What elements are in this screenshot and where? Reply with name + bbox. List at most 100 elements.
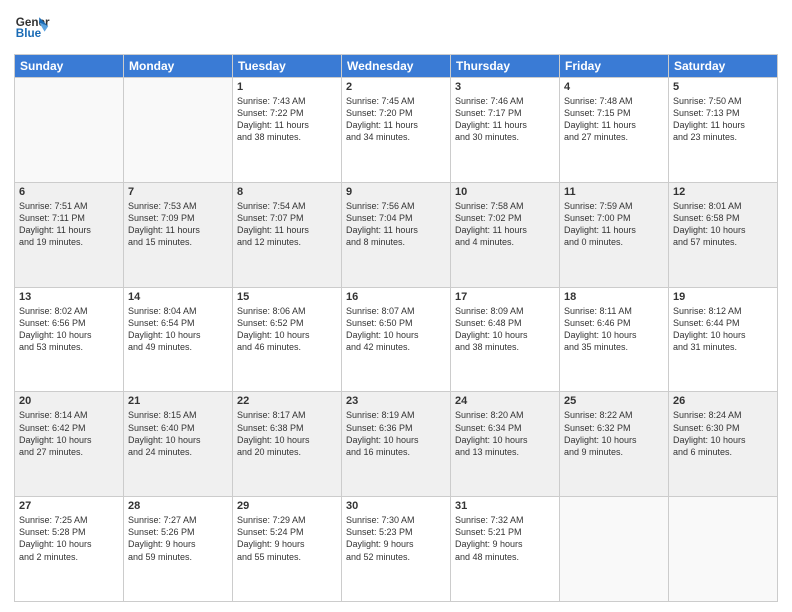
- day-number: 23: [346, 395, 446, 407]
- calendar-cell: 4 Sunrise: 7:48 AM Sunset: 7:15 PM Daylig…: [560, 78, 669, 183]
- day-info: Sunrise: 7:59 AM Sunset: 7:00 PM Dayligh…: [564, 200, 664, 249]
- day-info: Sunrise: 7:51 AM Sunset: 7:11 PM Dayligh…: [19, 200, 119, 249]
- svg-text:Blue: Blue: [16, 27, 42, 40]
- calendar-week-row: 13 Sunrise: 8:02 AM Sunset: 6:56 PM Dayli…: [15, 287, 778, 392]
- day-number: 12: [673, 186, 773, 198]
- calendar-cell: 30Sunrise: 7:30 AM Sunset: 5:23 PM Dayli…: [342, 497, 451, 602]
- day-info: Sunrise: 8:24 AM Sunset: 6:30 PM Dayligh…: [673, 409, 773, 458]
- weekday-header-wednesday: Wednesday: [342, 55, 451, 78]
- calendar-cell: [669, 497, 778, 602]
- calendar-cell: 25 Sunrise: 8:22 AM Sunset: 6:32 PM Dayli…: [560, 392, 669, 497]
- calendar-cell: 18 Sunrise: 8:11 AM Sunset: 6:46 PM Dayli…: [560, 287, 669, 392]
- calendar-cell: [560, 497, 669, 602]
- calendar-cell: 6 Sunrise: 7:51 AM Sunset: 7:11 PM Daylig…: [15, 182, 124, 287]
- calendar-cell: 7 Sunrise: 7:53 AM Sunset: 7:09 PM Daylig…: [124, 182, 233, 287]
- day-info: Sunrise: 8:22 AM Sunset: 6:32 PM Dayligh…: [564, 409, 664, 458]
- day-info: Sunrise: 7:48 AM Sunset: 7:15 PM Dayligh…: [564, 95, 664, 144]
- day-number: 24: [455, 395, 555, 407]
- calendar-cell: 28 Sunrise: 7:27 AM Sunset: 5:26 PM Dayli…: [124, 497, 233, 602]
- calendar-cell: 27 Sunrise: 7:25 AM Sunset: 5:28 PM Dayli…: [15, 497, 124, 602]
- day-number: 6: [19, 186, 119, 198]
- calendar-cell: 31 Sunrise: 7:32 AM Sunset: 5:21 PM Dayli…: [451, 497, 560, 602]
- day-number: 29: [237, 500, 337, 512]
- day-info: Sunrise: 7:32 AM Sunset: 5:21 PM Dayligh…: [455, 514, 555, 563]
- calendar-cell: 17Sunrise: 8:09 AM Sunset: 6:48 PM Dayli…: [451, 287, 560, 392]
- day-info: Sunrise: 7:43 AM Sunset: 7:22 PM Dayligh…: [237, 95, 337, 144]
- calendar-week-row: 27 Sunrise: 7:25 AM Sunset: 5:28 PM Dayli…: [15, 497, 778, 602]
- day-number: 15: [237, 291, 337, 303]
- day-info: Sunrise: 7:46 AM Sunset: 7:17 PM Dayligh…: [455, 95, 555, 144]
- day-number: 1: [237, 81, 337, 93]
- day-info: Sunrise: 8:09 AM Sunset: 6:48 PM Dayligh…: [455, 305, 555, 354]
- day-number: 8: [237, 186, 337, 198]
- calendar-cell: 16 Sunrise: 8:07 AM Sunset: 6:50 PM Dayli…: [342, 287, 451, 392]
- day-number: 14: [128, 291, 228, 303]
- day-number: 5: [673, 81, 773, 93]
- calendar-cell: 20 Sunrise: 8:14 AM Sunset: 6:42 PM Dayli…: [15, 392, 124, 497]
- day-info: Sunrise: 8:04 AM Sunset: 6:54 PM Dayligh…: [128, 305, 228, 354]
- day-info: Sunrise: 8:11 AM Sunset: 6:46 PM Dayligh…: [564, 305, 664, 354]
- day-info: Sunrise: 8:12 AM Sunset: 6:44 PM Dayligh…: [673, 305, 773, 354]
- day-number: 19: [673, 291, 773, 303]
- day-number: 20: [19, 395, 119, 407]
- calendar-cell: [15, 78, 124, 183]
- day-info: Sunrise: 8:19 AM Sunset: 6:36 PM Dayligh…: [346, 409, 446, 458]
- day-info: Sunrise: 7:27 AM Sunset: 5:26 PM Dayligh…: [128, 514, 228, 563]
- day-info: Sunrise: 7:25 AM Sunset: 5:28 PM Dayligh…: [19, 514, 119, 563]
- day-number: 4: [564, 81, 664, 93]
- day-info: Sunrise: 8:01 AM Sunset: 6:58 PM Dayligh…: [673, 200, 773, 249]
- logo: General Blue: [14, 10, 50, 46]
- day-info: Sunrise: 8:17 AM Sunset: 6:38 PM Dayligh…: [237, 409, 337, 458]
- calendar-cell: 8 Sunrise: 7:54 AM Sunset: 7:07 PM Daylig…: [233, 182, 342, 287]
- calendar-cell: 5 Sunrise: 7:50 AM Sunset: 7:13 PM Daylig…: [669, 78, 778, 183]
- day-number: 13: [19, 291, 119, 303]
- calendar-week-row: 6 Sunrise: 7:51 AM Sunset: 7:11 PM Daylig…: [15, 182, 778, 287]
- day-number: 25: [564, 395, 664, 407]
- weekday-header-tuesday: Tuesday: [233, 55, 342, 78]
- day-number: 31: [455, 500, 555, 512]
- calendar-cell: 12 Sunrise: 8:01 AM Sunset: 6:58 PM Dayli…: [669, 182, 778, 287]
- calendar-cell: 15 Sunrise: 8:06 AM Sunset: 6:52 PM Dayli…: [233, 287, 342, 392]
- day-info: Sunrise: 7:58 AM Sunset: 7:02 PM Dayligh…: [455, 200, 555, 249]
- day-number: 2: [346, 81, 446, 93]
- calendar-cell: 29 Sunrise: 7:29 AM Sunset: 5:24 PM Dayli…: [233, 497, 342, 602]
- day-info: Sunrise: 7:54 AM Sunset: 7:07 PM Dayligh…: [237, 200, 337, 249]
- day-number: 3: [455, 81, 555, 93]
- day-number: 27: [19, 500, 119, 512]
- calendar-week-row: 1 Sunrise: 7:43 AM Sunset: 7:22 PM Daylig…: [15, 78, 778, 183]
- day-number: 18: [564, 291, 664, 303]
- calendar-week-row: 20 Sunrise: 8:14 AM Sunset: 6:42 PM Dayli…: [15, 392, 778, 497]
- day-info: Sunrise: 7:53 AM Sunset: 7:09 PM Dayligh…: [128, 200, 228, 249]
- calendar-cell: 24 Sunrise: 8:20 AM Sunset: 6:34 PM Dayli…: [451, 392, 560, 497]
- day-info: Sunrise: 8:15 AM Sunset: 6:40 PM Dayligh…: [128, 409, 228, 458]
- day-info: Sunrise: 8:06 AM Sunset: 6:52 PM Dayligh…: [237, 305, 337, 354]
- day-info: Sunrise: 7:50 AM Sunset: 7:13 PM Dayligh…: [673, 95, 773, 144]
- logo-icon: General Blue: [14, 10, 50, 46]
- calendar-cell: 13 Sunrise: 8:02 AM Sunset: 6:56 PM Dayli…: [15, 287, 124, 392]
- day-number: 16: [346, 291, 446, 303]
- day-info: Sunrise: 8:20 AM Sunset: 6:34 PM Dayligh…: [455, 409, 555, 458]
- calendar-cell: 2 Sunrise: 7:45 AM Sunset: 7:20 PM Daylig…: [342, 78, 451, 183]
- calendar-cell: 19 Sunrise: 8:12 AM Sunset: 6:44 PM Dayli…: [669, 287, 778, 392]
- day-number: 11: [564, 186, 664, 198]
- weekday-header-friday: Friday: [560, 55, 669, 78]
- day-info: Sunrise: 7:45 AM Sunset: 7:20 PM Dayligh…: [346, 95, 446, 144]
- day-info: Sunrise: 8:02 AM Sunset: 6:56 PM Dayligh…: [19, 305, 119, 354]
- calendar-cell: 10 Sunrise: 7:58 AM Sunset: 7:02 PM Dayli…: [451, 182, 560, 287]
- day-number: 10: [455, 186, 555, 198]
- day-number: 7: [128, 186, 228, 198]
- calendar-cell: 21Sunrise: 8:15 AM Sunset: 6:40 PM Dayli…: [124, 392, 233, 497]
- calendar-cell: 26Sunrise: 8:24 AM Sunset: 6:30 PM Dayli…: [669, 392, 778, 497]
- weekday-header-row: SundayMondayTuesdayWednesdayThursdayFrid…: [15, 55, 778, 78]
- day-number: 30: [346, 500, 446, 512]
- weekday-header-saturday: Saturday: [669, 55, 778, 78]
- day-info: Sunrise: 7:56 AM Sunset: 7:04 PM Dayligh…: [346, 200, 446, 249]
- calendar-cell: 3 Sunrise: 7:46 AM Sunset: 7:17 PM Daylig…: [451, 78, 560, 183]
- day-info: Sunrise: 8:07 AM Sunset: 6:50 PM Dayligh…: [346, 305, 446, 354]
- weekday-header-thursday: Thursday: [451, 55, 560, 78]
- calendar-cell: 14 Sunrise: 8:04 AM Sunset: 6:54 PM Dayli…: [124, 287, 233, 392]
- calendar-cell: 9Sunrise: 7:56 AM Sunset: 7:04 PM Daylig…: [342, 182, 451, 287]
- day-number: 28: [128, 500, 228, 512]
- day-info: Sunrise: 7:29 AM Sunset: 5:24 PM Dayligh…: [237, 514, 337, 563]
- day-info: Sunrise: 8:14 AM Sunset: 6:42 PM Dayligh…: [19, 409, 119, 458]
